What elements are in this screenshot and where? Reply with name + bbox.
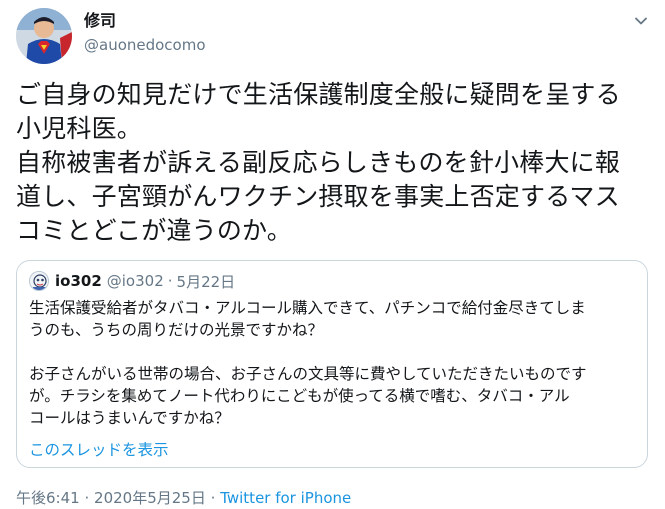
chevron-down-icon[interactable]: [630, 10, 652, 32]
tweet-header: 修司 @auonedocomo: [16, 8, 656, 64]
footer-separator: ·: [210, 489, 216, 507]
quoted-display-name[interactable]: io302: [55, 272, 102, 290]
tweet-footer: 午後6:41 · 2020年5月25日 · Twitter for iPhone: [16, 488, 351, 508]
quoted-handle[interactable]: @io302: [107, 272, 164, 290]
quoted-header: io302 @io302 · 5月22日: [29, 270, 235, 292]
tweet-text: ご自身の知見だけで生活保護制度全般に疑問を呈する 小児科医。 自称被害者が訴える…: [16, 80, 621, 245]
quoted-date[interactable]: 5月22日: [177, 271, 236, 292]
show-thread-link[interactable]: このスレッドを表示: [29, 439, 169, 461]
tweet-date[interactable]: 2020年5月25日: [94, 489, 206, 507]
quoted-separator: ·: [167, 272, 173, 290]
footer-separator: ·: [84, 489, 90, 507]
author-display-name[interactable]: 修司: [84, 10, 206, 32]
author-avatar[interactable]: [16, 8, 72, 64]
quoted-tweet[interactable]: io302 @io302 · 5月22日 生活保護受給者がタバコ・アルコール購入…: [16, 260, 648, 468]
tweet-source-link[interactable]: Twitter for iPhone: [220, 489, 351, 507]
author-names: 修司 @auonedocomo: [84, 10, 206, 56]
quoted-avatar[interactable]: [29, 271, 49, 291]
tweet-time[interactable]: 午後6:41: [16, 489, 80, 507]
author-handle[interactable]: @auonedocomo: [84, 34, 206, 56]
quoted-text: 生活保護受給者がタバコ・アルコール購入できて、パチンコで給付金尽きてしま うのも…: [29, 299, 587, 427]
